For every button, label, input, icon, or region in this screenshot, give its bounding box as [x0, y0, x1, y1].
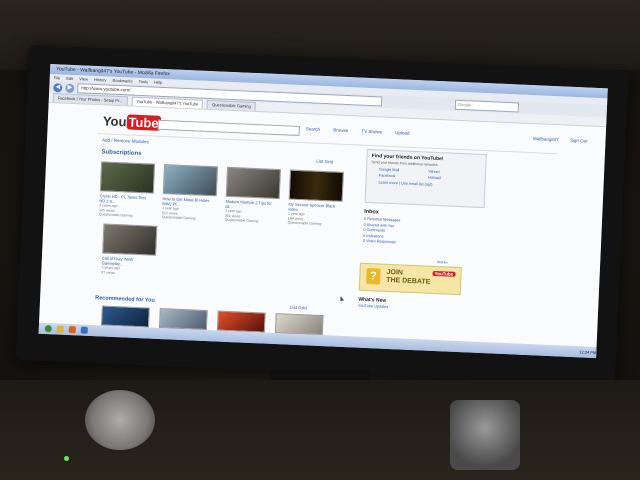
service-yahoo[interactable]: Yahoo!	[428, 170, 473, 176]
service-hotmail[interactable]: Hotmail	[428, 176, 473, 182]
menu-file[interactable]: File	[54, 75, 61, 80]
menu-help[interactable]: Help	[154, 80, 162, 85]
add-remove-modules-link[interactable]: Add / Remove Modules	[102, 137, 149, 144]
menu-history[interactable]: History	[94, 77, 107, 83]
subscription-videos: Crysis HD - PL Tanks Test HD 2.0... 2 ye…	[99, 161, 344, 228]
whats-new-link[interactable]: YouTube Updates	[358, 304, 388, 309]
inbox-heading: Inbox	[364, 208, 379, 216]
video-item[interactable]: Modern Warfare 2 Tips for all... 1 year …	[225, 166, 281, 225]
nav-browse[interactable]: Browse	[333, 127, 348, 133]
inbox-item[interactable]: 0 Video Responses	[363, 239, 400, 246]
sign-out-link[interactable]: Sign Out	[570, 138, 588, 144]
youtube-logo[interactable]: YouTube	[103, 113, 161, 131]
taskbar-app-icon[interactable]	[80, 326, 88, 334]
video-meta[interactable]: Questionable Gaming	[225, 218, 277, 225]
system-tray-clock: 12:34 PM	[579, 349, 597, 356]
whats-new-heading: What's New	[358, 296, 387, 304]
youtube-page: YouTube Search Browse TV Shows Upload Wa…	[39, 102, 607, 348]
nav-upload[interactable]: Upload	[395, 130, 409, 136]
video-meta[interactable]: Questionable Gaming	[162, 215, 214, 222]
video-item[interactable]: My Second Spencer Black video 1 year ago…	[288, 169, 344, 228]
youtube-nav: Search Browse TV Shows Upload	[306, 126, 422, 136]
speaker	[450, 400, 520, 470]
power-led	[64, 456, 69, 461]
monitor: YouTube - Wallbangit47's YouTube - Mozil…	[15, 45, 629, 386]
logo-tube: Tube	[126, 114, 161, 131]
disc-on-desk	[85, 390, 155, 450]
banner-text: JOIN THE DEBATE	[386, 269, 431, 287]
taskbar-folder-icon[interactable]	[56, 325, 64, 333]
logo-you: You	[102, 113, 127, 130]
menu-bookmarks[interactable]: Bookmarks	[113, 78, 133, 84]
recommended-thumbnail[interactable]	[158, 308, 208, 331]
service-google-mail[interactable]: Google Mail	[379, 167, 424, 173]
join-the-debate-banner[interactable]: ? JOIN THE DEBATE YouTube	[358, 262, 462, 296]
video-thumbnail[interactable]	[288, 169, 344, 202]
recommended-thumbnail[interactable]	[216, 310, 266, 333]
start-button-icon[interactable]	[44, 325, 52, 333]
video-meta[interactable]: Questionable Gaming	[99, 212, 151, 219]
menu-edit[interactable]: Edit	[66, 76, 73, 81]
screen: YouTube - Wallbangit47's YouTube - Mozil…	[38, 64, 608, 359]
divider	[97, 133, 557, 155]
recommended-view-toggle[interactable]: List Grid	[290, 305, 307, 311]
service-facebook[interactable]: Facebook	[379, 173, 424, 179]
youtube-search-input[interactable]	[157, 119, 300, 136]
nav-search[interactable]: Search	[306, 126, 320, 132]
video-thumbnail[interactable]	[99, 161, 156, 194]
recommended-heading: Recommended for You	[95, 295, 155, 304]
nav-tv-shows[interactable]: TV Shows	[361, 129, 382, 135]
banner-line1: JOIN	[386, 268, 404, 277]
video-meta[interactable]: Questionable Gaming	[288, 221, 340, 228]
taskbar-firefox-icon[interactable]	[68, 326, 76, 334]
user-links: Wallbangit47 Sign Out	[523, 136, 588, 144]
recommended-thumbnail[interactable]	[100, 305, 150, 328]
video-thumbnail[interactable]	[162, 164, 219, 197]
subscriptions-heading: Subscriptions	[101, 149, 142, 158]
inbox-list: 0 Personal Messages 0 Shared with You 0 …	[363, 217, 401, 246]
find-friends-box: Find your friends on YouTube! Send your …	[364, 148, 487, 209]
menu-view[interactable]: View	[79, 76, 88, 81]
forward-icon[interactable]: ▶	[65, 83, 75, 93]
video-item[interactable]: How to Get Metal Bl Holes MW2 Pt... 1 ye…	[162, 164, 219, 222]
question-mark-icon: ?	[366, 268, 381, 285]
username-link[interactable]: Wallbangit47	[533, 136, 559, 142]
banner-line2: THE DEBATE	[386, 276, 431, 286]
video-item[interactable]: Crysis HD - PL Tanks Test HD 2.0... 2 ye…	[99, 161, 156, 219]
subscriptions-view-toggle[interactable]: List Grid	[316, 159, 333, 165]
video-item[interactable]: Call of Duty WaW Gameplay... 2 years ago…	[101, 223, 158, 276]
back-icon[interactable]: ◀	[53, 82, 63, 93]
recommended-thumbnail[interactable]	[274, 313, 324, 336]
menu-tools[interactable]: Tools	[139, 79, 149, 84]
video-thumbnail[interactable]	[102, 223, 158, 256]
inbox-more-link[interactable]: more»	[437, 260, 448, 264]
video-thumbnail[interactable]	[225, 166, 281, 200]
banner-youtube-badge: YouTube	[432, 270, 456, 277]
mouse-cursor-icon	[338, 295, 345, 302]
video-meta: 97 views	[101, 269, 116, 275]
